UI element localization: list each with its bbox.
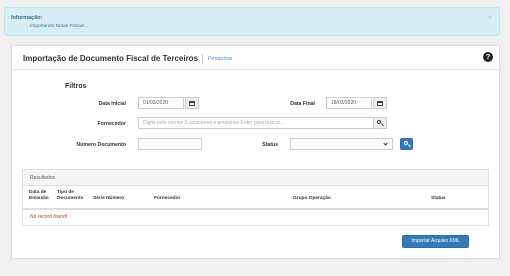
results-panel: Resultados Data de Emissão Tipo de Docum…	[22, 169, 489, 226]
table-header-divider	[23, 208, 488, 210]
fornecedor-input[interactable]: Digite pelo menos 3 caracteres e pressio…	[138, 117, 374, 129]
search-icon	[403, 141, 408, 145]
search-button[interactable]	[400, 138, 413, 150]
status-label: Status	[262, 142, 278, 148]
page-title: Importação de Documento Fiscal de Tercei…	[23, 54, 199, 63]
data-inicial-calendar-button[interactable]	[185, 97, 199, 109]
chevron-down-icon	[383, 141, 388, 146]
search-link[interactable]: Pesquisar	[208, 56, 232, 62]
main-panel: Importação de Documento Fiscal de Tercei…	[11, 45, 500, 259]
title-divider	[202, 54, 203, 64]
column-serie-numero[interactable]: Série Número	[93, 196, 124, 202]
fornecedor-label: Fornecedor	[97, 121, 126, 127]
data-inicial-input[interactable]: 01/03/2020	[138, 97, 184, 109]
column-tipo-documento[interactable]: Tipo de Documento	[57, 190, 89, 202]
column-fornecedor[interactable]: Fornecedor	[154, 196, 180, 202]
calendar-icon	[377, 100, 383, 106]
alert-message: Importando Notas Fiscais...	[30, 24, 89, 29]
close-icon[interactable]: ×	[487, 13, 492, 22]
filters-heading: Filtros	[65, 83, 87, 90]
data-final-calendar-button[interactable]	[373, 97, 387, 109]
results-header: Resultados	[23, 170, 488, 186]
empty-message: No record found!	[30, 214, 68, 220]
info-alert: Informação: Importando Notas Fiscais... …	[4, 7, 500, 36]
column-grupo-operacao[interactable]: Grupo Operação	[293, 196, 331, 202]
import-xml-button[interactable]: Importar Arquivo XML	[402, 235, 469, 248]
column-data-emissao[interactable]: Data de Emissão	[29, 190, 51, 202]
panel-header: Importação de Documento Fiscal de Tercei…	[12, 46, 499, 70]
search-icon	[377, 120, 381, 124]
calendar-icon	[189, 100, 195, 106]
column-status[interactable]: Status	[431, 196, 446, 202]
fornecedor-search-button[interactable]	[373, 117, 387, 129]
numero-documento-label: Número Documento	[76, 142, 126, 148]
data-inicial-label: Data Inicial	[98, 101, 126, 107]
status-select[interactable]	[290, 138, 393, 150]
data-final-label: Data Final	[290, 101, 315, 107]
help-icon[interactable]: ?	[483, 52, 493, 62]
results-title: Resultados	[30, 175, 56, 181]
data-final-input[interactable]: 18/03/2020	[326, 97, 372, 109]
alert-title: Informação:	[11, 15, 43, 21]
numero-documento-input[interactable]	[138, 138, 202, 150]
